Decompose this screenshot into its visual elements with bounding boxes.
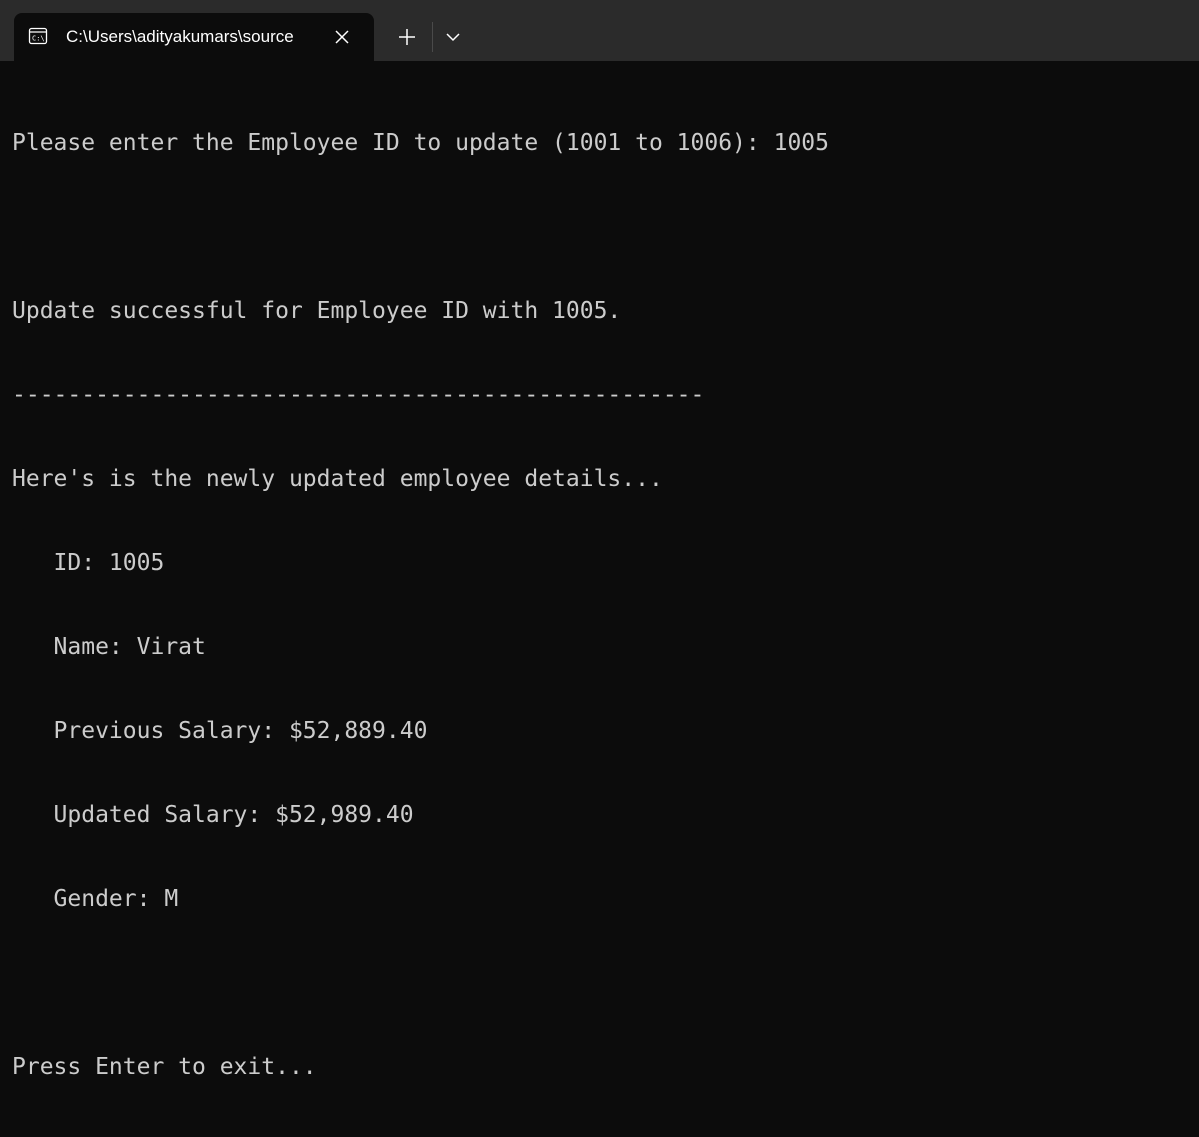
tab-title: C:\Users\adityakumars\source <box>66 27 294 46</box>
console-line: ----------------------------------------… <box>12 382 705 408</box>
console-line: Update successful for Employee ID with 1… <box>12 298 622 324</box>
terminal-icon: C:\ <box>28 27 48 45</box>
console-line: Previous Salary: $52,889.40 <box>12 718 428 744</box>
chevron-down-icon[interactable] <box>438 22 468 52</box>
svg-text:C:\: C:\ <box>32 35 45 43</box>
console-line: Name: Virat <box>12 634 206 660</box>
toolbar-divider <box>432 22 433 52</box>
title-bar: C:\ C:\Users\adityakumars\source <box>0 0 1199 61</box>
close-tab-icon[interactable] <box>332 27 352 47</box>
console-line: ID: 1005 <box>12 550 165 576</box>
new-tab-icon[interactable] <box>392 22 422 52</box>
console-line: Updated Salary: $52,989.40 <box>12 802 414 828</box>
console-text: Please enter the Employee ID to update (… <box>12 73 829 1137</box>
console-output[interactable]: Please enter the Employee ID to update (… <box>0 61 1199 1080</box>
terminal-tab[interactable]: C:\ C:\Users\adityakumars\source <box>14 13 374 61</box>
console-line: Press Enter to exit... <box>12 1054 317 1080</box>
console-line: Here's is the newly updated employee det… <box>12 466 663 492</box>
console-line: Please enter the Employee ID to update (… <box>12 130 829 156</box>
console-line: Gender: M <box>12 886 179 912</box>
